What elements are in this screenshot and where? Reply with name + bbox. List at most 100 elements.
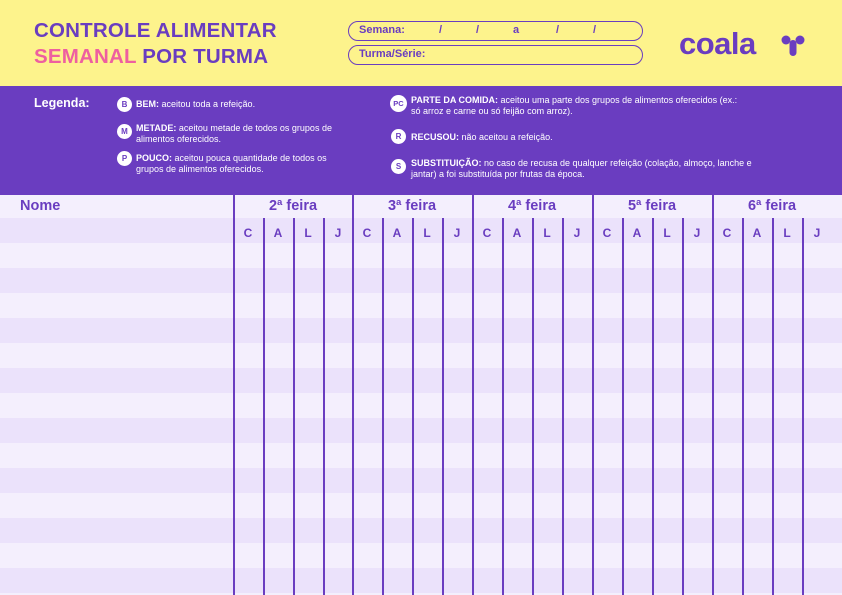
logo-mark-icon (781, 35, 805, 56)
title-rest: POR TURMA (136, 45, 269, 68)
meal-column-header: J (693, 226, 701, 240)
legend-item-metade: METADE: aceitou metade de todos os grupo… (136, 123, 356, 144)
meal-divider (323, 218, 325, 595)
day-column-header: 6ª feira (747, 198, 797, 214)
meal-column-header: L (543, 226, 551, 240)
legend-item-substituicao: SUBSTITUIÇÃO: no caso de recusa de qualq… (411, 158, 761, 179)
day-divider (352, 193, 354, 595)
meal-column-header: C (243, 226, 253, 240)
semana-label: Semana: (359, 24, 405, 36)
legend-item-parte-da-comida: PARTE DA COMIDA: aceitou uma parte dos g… (411, 95, 741, 116)
table-row[interactable] (0, 418, 842, 443)
legend-item-bem: BEM: aceitou toda a refeição. (136, 99, 366, 110)
table-row[interactable] (0, 393, 842, 418)
date-sep: / (593, 24, 597, 36)
legend-term: RECUSOU: (411, 132, 460, 142)
legend-text: aceitou toda a refeição. (159, 99, 256, 109)
meal-divider (622, 218, 624, 595)
table-row[interactable] (0, 368, 842, 393)
date-sep: / (556, 24, 560, 36)
meal-column-header: L (423, 226, 431, 240)
table-row[interactable] (0, 493, 842, 518)
page-title: CONTROLE ALIMENTAR SEMANAL POR TURMA (34, 18, 277, 70)
turma-field[interactable]: Turma/Série: (348, 45, 643, 65)
meal-column-header: A (632, 226, 642, 240)
table-row[interactable] (0, 443, 842, 468)
date-sep: a (513, 24, 520, 36)
table-row[interactable] (0, 568, 842, 593)
legend-term: SUBSTITUIÇÃO: (411, 158, 482, 168)
date-sep: / (439, 24, 443, 36)
day-divider (472, 193, 474, 595)
turma-label: Turma/Série: (359, 48, 426, 60)
legend-badge-b: B (117, 97, 132, 112)
meal-divider (263, 218, 265, 595)
legend-title: Legenda: (34, 96, 90, 110)
meal-column-header: L (783, 226, 791, 240)
table-row[interactable] (0, 268, 842, 293)
legend-badge-p: P (117, 151, 132, 166)
meal-column-header: A (273, 226, 283, 240)
table-row[interactable] (0, 243, 842, 268)
date-range: / / a / / (421, 22, 621, 39)
legend-term: METADE: (136, 123, 177, 133)
day-column-header: 3ª feira (387, 198, 437, 214)
meal-column-header: A (752, 226, 762, 240)
table-row[interactable] (0, 343, 842, 368)
legend-term: POUCO: (136, 153, 172, 163)
legend-item-pouco: POUCO: aceitou pouca quantidade de todos… (136, 153, 356, 174)
meal-divider (772, 218, 774, 595)
meal-divider (802, 218, 804, 595)
attendance-table: Nome 2ª feira C A L J 3ª feira C A L J 4ª feira C A L… (0, 193, 842, 595)
day-divider (233, 193, 235, 595)
day-column-header: 5ª feira (627, 198, 677, 214)
meal-column-header: C (722, 226, 732, 240)
title-line-1: CONTROLE ALIMENTAR (34, 19, 277, 42)
meal-column-header: L (304, 226, 312, 240)
legend-term: PARTE DA COMIDA: (411, 95, 498, 105)
meal-divider (682, 218, 684, 595)
legend-badge-r: R (391, 129, 406, 144)
meal-column-header: A (392, 226, 402, 240)
meal-divider (382, 218, 384, 595)
meal-column-header: J (453, 226, 461, 240)
meal-divider (502, 218, 504, 595)
logo: coala (679, 26, 756, 61)
meal-column-header: C (362, 226, 372, 240)
meal-divider (562, 218, 564, 595)
meal-column-header: L (663, 226, 671, 240)
meal-divider (293, 218, 295, 595)
meal-column-header: J (334, 226, 342, 240)
day-divider (592, 193, 594, 595)
meal-divider (532, 218, 534, 595)
meal-column-header: J (813, 226, 821, 240)
legend-item-recusou: RECUSOU: não aceitou a refeição. (411, 132, 731, 143)
day-divider (712, 193, 714, 595)
legend: Legenda: B BEM: aceitou toda a refeição.… (0, 86, 842, 193)
semana-field[interactable]: Semana: / / a / / (348, 21, 643, 41)
table-top-border (0, 193, 842, 195)
meal-divider (412, 218, 414, 595)
legend-badge-pc: PC (390, 95, 407, 112)
day-column-header: 2ª feira (268, 198, 318, 214)
name-column-header: Nome (20, 198, 61, 214)
title-highlight: SEMANAL (34, 45, 137, 68)
meal-divider (742, 218, 744, 595)
legend-badge-s: S (391, 159, 406, 174)
meal-column-header: J (573, 226, 581, 240)
meal-divider (442, 218, 444, 595)
header: CONTROLE ALIMENTAR SEMANAL POR TURMA Sem… (0, 0, 842, 86)
legend-term: BEM: (136, 99, 159, 109)
table-row[interactable] (0, 293, 842, 318)
meal-column-header: C (482, 226, 492, 240)
meal-column-header: A (512, 226, 522, 240)
meal-divider (652, 218, 654, 595)
date-sep: / (476, 24, 480, 36)
day-column-header: 4ª feira (507, 198, 557, 214)
table-row[interactable] (0, 543, 842, 568)
table-row[interactable] (0, 518, 842, 543)
meal-column-header: C (602, 226, 612, 240)
table-row[interactable] (0, 468, 842, 493)
legend-text: não aceitou a refeição. (459, 132, 553, 142)
table-row[interactable] (0, 318, 842, 343)
